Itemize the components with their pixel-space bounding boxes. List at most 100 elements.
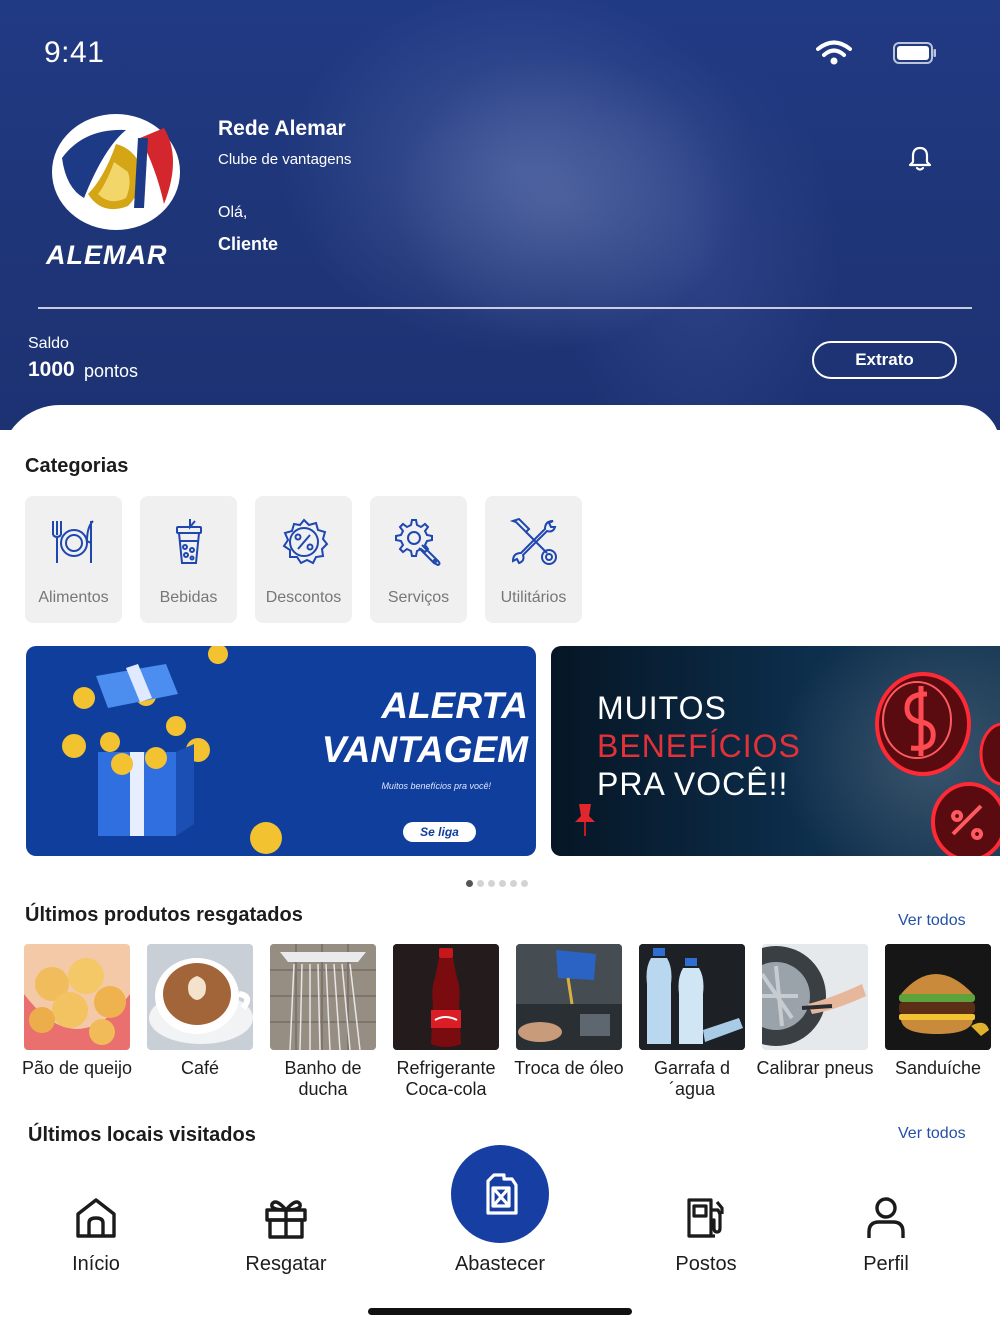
nav-label: Resgatar	[245, 1253, 327, 1275]
statement-button[interactable]: Extrato	[812, 341, 957, 379]
product-card-banho-de-ducha[interactable]: Banho de ducha	[270, 944, 376, 1100]
gear-wrench-icon	[394, 519, 440, 567]
user-name: Cliente	[218, 234, 279, 254]
product-card-refrigerante[interactable]: Refrigerante Coca-cola	[393, 944, 499, 1100]
header-background-photo	[380, 40, 740, 360]
nav-label: Perfil	[863, 1253, 909, 1275]
banner2-line3: PRA VOCÊ!!	[597, 766, 789, 802]
recent-products-title: Últimos produtos resgatados	[25, 904, 303, 926]
product-label: Banho de ducha	[284, 1058, 362, 1099]
banner-title: ALERTA VANTAGEM	[258, 684, 528, 772]
carousel-dot[interactable]	[499, 880, 506, 887]
pao-de-queijo-photo	[24, 958, 130, 1050]
recent-products-see-all-link[interactable]: Ver todos	[898, 912, 966, 930]
gift-box-coins-illustration	[62, 646, 282, 854]
category-servicos[interactable]: Serviços	[370, 496, 467, 623]
balance-unit: pontos	[84, 361, 139, 381]
home-icon	[76, 1198, 116, 1238]
product-image	[516, 944, 622, 1050]
wifi-icon	[816, 40, 852, 65]
categories-list: Alimentos Bebidas Descontos Serviços Uti…	[25, 496, 582, 623]
fuel-can-icon	[486, 1173, 518, 1215]
carousel-dot[interactable]	[521, 880, 528, 887]
balance-value: 1000	[28, 358, 75, 381]
product-image	[639, 944, 745, 1050]
gift-icon	[265, 1200, 307, 1239]
header-divider	[38, 307, 972, 309]
promo-banner-beneficios[interactable]: MUITOS BENEFÍCIOS PRA VOCÊ!!	[551, 646, 1000, 856]
product-label: Garrafa d´agua	[653, 1058, 731, 1099]
nav-inicio[interactable]: Início	[31, 1196, 161, 1276]
recent-places-see-all-link[interactable]: Ver todos	[898, 1125, 966, 1143]
product-card-sanduiche[interactable]: Sanduíche	[885, 944, 991, 1100]
categories-title: Categorias	[25, 455, 129, 477]
carousel-dots[interactable]	[466, 880, 528, 887]
category-bebidas[interactable]: Bebidas	[140, 496, 237, 623]
banner-title-line2: VANTAGEM	[321, 729, 528, 770]
banner-tagline: Muitos benefícios pra você!	[381, 781, 491, 791]
product-image	[147, 944, 253, 1050]
nav-postos[interactable]: Postos	[641, 1196, 771, 1276]
nav-resgatar[interactable]: Resgatar	[221, 1196, 351, 1276]
category-label: Utilitários	[500, 589, 567, 606]
cafe-photo	[149, 958, 253, 1044]
nav-label-abastecer: Abastecer	[454, 1253, 546, 1275]
carousel-dot[interactable]	[488, 880, 495, 887]
abastecer-fab-button[interactable]	[451, 1145, 549, 1243]
discount-badge-icon	[282, 518, 328, 565]
header: 9:41 ALEMAR Rede Alemar Clube de vantage…	[0, 0, 1000, 430]
category-utilitarios[interactable]: Utilitários	[485, 496, 582, 623]
nav-perfil[interactable]: Perfil	[821, 1196, 951, 1276]
recent-places-title: Últimos locais visitados	[28, 1124, 256, 1146]
promo-banner-alerta-vantagem[interactable]: ALERTA VANTAGEM Muitos benefícios pra vo…	[26, 646, 536, 856]
cutlery-icon	[51, 520, 94, 563]
category-label: Descontos	[265, 589, 342, 606]
battery-icon	[893, 42, 936, 64]
brand-subtitle: Clube de vantagens	[218, 151, 352, 168]
product-card-cafe[interactable]: Café	[147, 944, 253, 1100]
status-time: 9:41	[44, 36, 105, 69]
category-descontos[interactable]: Descontos	[255, 496, 352, 623]
ducha-photo	[270, 944, 376, 1050]
greeting: Olá,	[218, 204, 248, 221]
nav-label: Postos	[675, 1253, 737, 1275]
carousel-dot[interactable]	[477, 880, 484, 887]
product-card-pao-de-queijo[interactable]: Pão de queijo	[22, 944, 132, 1100]
logo-text: ALEMAR	[46, 240, 168, 270]
product-label: Troca de óleo	[514, 1058, 624, 1078]
sanduiche-photo	[885, 944, 991, 1050]
product-image	[885, 944, 991, 1050]
product-image	[24, 944, 130, 1050]
calibrar-pneus-photo	[762, 944, 868, 1050]
carousel-dot[interactable]	[510, 880, 517, 887]
balance-label: Saldo	[28, 335, 69, 352]
product-label: Calibrar pneus	[756, 1058, 874, 1078]
garrafa-dagua-photo	[639, 944, 745, 1050]
brand-name: Rede Alemar	[218, 117, 346, 140]
category-alimentos[interactable]: Alimentos	[25, 496, 122, 623]
neon-coins-illustration	[875, 672, 1000, 856]
product-card-calibrar-pneus[interactable]: Calibrar pneus	[756, 944, 874, 1100]
banner-cta-button[interactable]: Se liga	[403, 822, 476, 842]
pushpin-icon	[575, 804, 595, 836]
banner2-line2: BENEFÍCIOS	[597, 728, 801, 764]
product-label: Café	[180, 1058, 220, 1078]
troca-de-oleo-photo	[516, 944, 622, 1050]
banner2-line1: MUITOS	[597, 690, 727, 726]
product-image	[393, 944, 499, 1050]
banner-title-line1: ALERTA	[381, 685, 528, 726]
category-label: Alimentos	[38, 589, 109, 606]
product-card-troca-de-oleo[interactable]: Troca de óleo	[514, 944, 624, 1100]
product-image	[762, 944, 868, 1050]
tools-icon	[509, 517, 557, 565]
gas-station-icon	[687, 1198, 724, 1238]
product-label: Sanduíche	[894, 1058, 982, 1078]
carousel-dot[interactable]	[466, 880, 473, 887]
product-card-garrafa-dagua[interactable]: Garrafa d´agua	[639, 944, 745, 1100]
product-image	[270, 944, 376, 1050]
home-indicator[interactable]	[368, 1308, 632, 1315]
nav-label: Início	[72, 1253, 120, 1275]
bell-icon[interactable]	[906, 144, 934, 172]
user-icon	[867, 1197, 905, 1238]
category-label: Bebidas	[159, 589, 218, 606]
